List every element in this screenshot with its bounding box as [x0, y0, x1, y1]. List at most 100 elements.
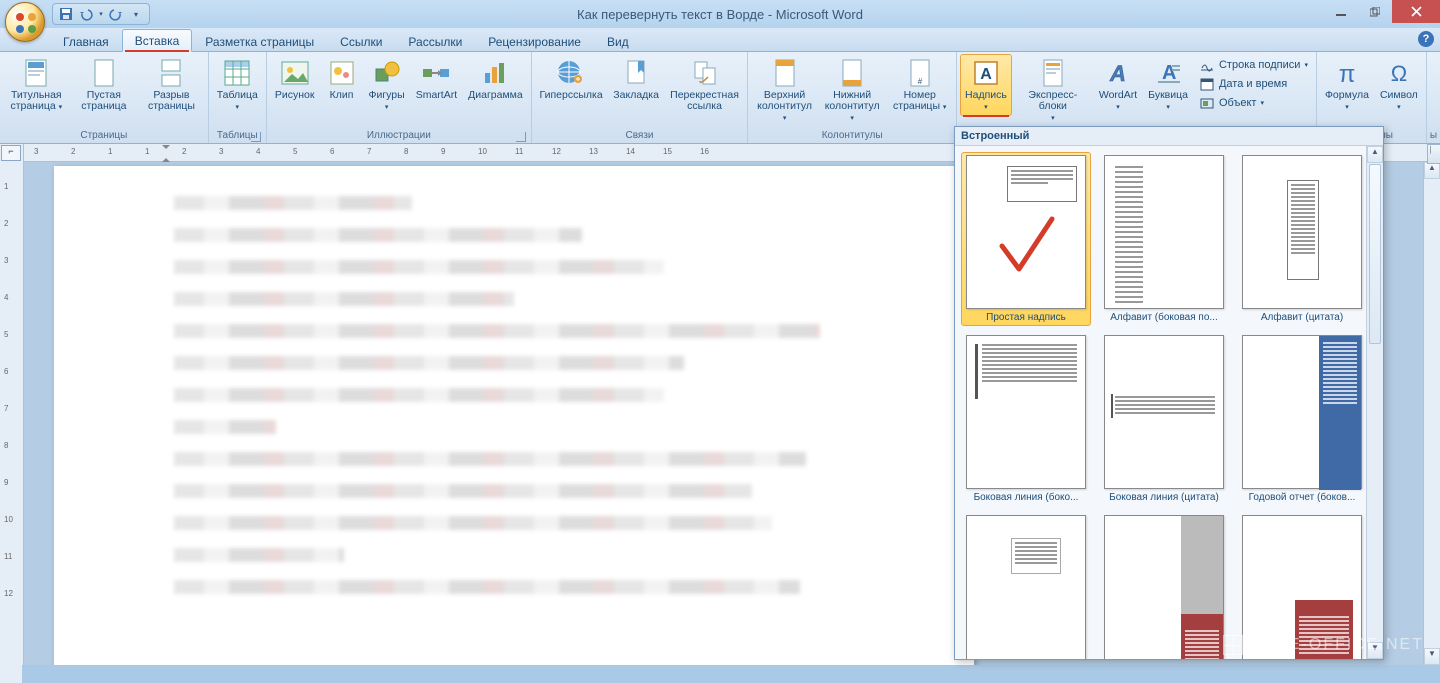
tab-layout[interactable]: Разметка страницы: [192, 30, 327, 52]
ruler-tick: 3: [219, 147, 223, 156]
gallery-item[interactable]: Годовой отчет (боков...: [1237, 332, 1367, 506]
ruler-tick: 3: [34, 147, 38, 156]
shapes-button[interactable]: Фигуры▾: [364, 54, 410, 116]
shapes-icon: [371, 57, 403, 89]
blank-page-icon: [88, 57, 120, 89]
gallery-item[interactable]: Боковая линия (цитата): [1099, 332, 1229, 506]
redo-icon[interactable]: [107, 5, 125, 23]
window-controls: [1324, 0, 1440, 23]
document-page[interactable]: [54, 166, 974, 665]
vertical-ruler[interactable]: 123456789101112: [0, 162, 22, 683]
scroll-up-icon[interactable]: ▲: [1367, 146, 1383, 163]
maximize-button[interactable]: [1358, 0, 1392, 23]
ruler-tick: 9: [441, 147, 445, 156]
gallery-thumb: [1104, 155, 1224, 309]
tab-insert[interactable]: Вставка: [122, 29, 193, 52]
ruler-tick: 4: [4, 293, 8, 302]
symbol-icon: Ω: [1383, 57, 1415, 89]
blurred-text: [174, 452, 806, 466]
window-title: Как перевернуть текст в Ворде - Microsof…: [577, 7, 863, 22]
save-icon[interactable]: [57, 5, 75, 23]
tab-view[interactable]: Вид: [594, 30, 642, 52]
crossref-button[interactable]: Перекрестная ссылка: [665, 54, 745, 115]
footer-button[interactable]: Нижний колонтитул ▾: [819, 54, 886, 127]
cover-page-icon: [20, 57, 52, 89]
svg-text:A: A: [1109, 61, 1126, 86]
gallery-item-label: Боковая линия (боко...: [974, 492, 1079, 503]
tab-references[interactable]: Ссылки: [327, 30, 395, 52]
ribbon-tabs: Главная Вставка Разметка страницы Ссылки…: [0, 28, 1440, 52]
gallery-item[interactable]: Годовой отчет (цитата): [961, 512, 1091, 659]
header-button[interactable]: Верхний колонтитул ▾: [751, 54, 818, 127]
pagenum-icon: #: [904, 57, 936, 89]
minimize-button[interactable]: [1324, 0, 1358, 23]
textbox-button[interactable]: AНадпись▾: [960, 54, 1012, 116]
group-links: Гиперссылка Закладка Перекрестная ссылка…: [532, 52, 749, 143]
scroll-down-icon[interactable]: ▼: [1424, 648, 1440, 665]
gallery-scrollbar[interactable]: ▲ ▼: [1366, 146, 1383, 659]
ruler-tick: 13: [589, 147, 598, 156]
gallery-item-label: Годовой отчет (боков...: [1249, 492, 1356, 503]
pagenum-button[interactable]: #Номер страницы ▾: [886, 54, 953, 116]
smartart-button[interactable]: SmartArt: [411, 54, 462, 104]
undo-icon[interactable]: [77, 5, 95, 23]
bookmark-button[interactable]: Закладка: [608, 54, 663, 104]
textbox-icon: A: [970, 57, 1002, 89]
group-label-illustrations: Иллюстрации: [270, 129, 528, 143]
dialog-launcher-icon[interactable]: [516, 132, 526, 142]
quick-access-toolbar: ▾ ▾: [52, 3, 150, 25]
clip-button[interactable]: Клип: [321, 54, 363, 104]
blurred-text: [174, 228, 582, 242]
picture-button[interactable]: Рисунок: [270, 54, 320, 104]
wordart-button[interactable]: AWordArt▾: [1094, 54, 1142, 116]
gallery-item[interactable]: Боковая линия (боко...: [961, 332, 1091, 506]
tab-selector[interactable]: ⌐: [1, 145, 21, 161]
ruler-tick: 12: [552, 147, 561, 156]
vertical-scrollbar[interactable]: ▲ ▼: [1423, 162, 1440, 665]
blurred-text: [174, 388, 664, 402]
symbol-button[interactable]: ΩСимвол▾: [1375, 54, 1423, 116]
hyperlink-button[interactable]: Гиперссылка: [535, 54, 608, 104]
blurred-text: [174, 548, 344, 562]
cover-page-button[interactable]: Титульная страница ▾: [3, 54, 70, 116]
chart-button[interactable]: Диаграмма: [463, 54, 528, 104]
office-button[interactable]: [5, 2, 45, 42]
quickparts-button[interactable]: Экспресс-блоки▾: [1013, 54, 1093, 127]
close-button[interactable]: [1392, 0, 1440, 23]
dialog-launcher-icon[interactable]: [251, 132, 261, 142]
blank-page-button[interactable]: Пустая страница: [71, 54, 138, 115]
tab-home[interactable]: Главная: [50, 30, 122, 52]
gallery-item[interactable]: Головоломка (боков...: [1099, 512, 1229, 659]
ruler-tick: 5: [4, 330, 8, 339]
quickparts-icon: [1037, 57, 1069, 89]
gallery-item[interactable]: Простая надпись: [961, 152, 1091, 326]
tab-review[interactable]: Рецензирование: [475, 30, 594, 52]
gallery-thumb: [1242, 155, 1362, 309]
ruler-tick: 10: [478, 147, 487, 156]
ruler-tick: 1: [145, 147, 149, 156]
gallery-thumb: [1242, 335, 1362, 489]
table-button[interactable]: Таблица▾: [212, 54, 263, 116]
ruler-tick: 3: [4, 256, 8, 265]
qat-customize-icon[interactable]: ▾: [127, 5, 145, 23]
dropcap-button[interactable]: AБуквица▾: [1143, 54, 1193, 116]
margin-indicator-icon[interactable]: [162, 144, 170, 162]
object-button[interactable]: Объект ▾: [1196, 94, 1311, 112]
page-break-button[interactable]: Разрыв страницы: [138, 54, 205, 115]
group-label-headerfooter: Колонтитулы: [751, 129, 953, 143]
ruler-tick: 10: [4, 515, 13, 524]
blurred-text: [174, 580, 800, 594]
gallery-header: Встроенный: [955, 127, 1383, 146]
gallery-item[interactable]: Алфавит (боковая по...: [1099, 152, 1229, 326]
scrollbar-thumb[interactable]: [1369, 164, 1381, 344]
sigline-button[interactable]: Строка подписи ▾: [1196, 56, 1311, 74]
title-bar: ▾ ▾ Как перевернуть текст в Ворде - Micr…: [0, 0, 1440, 28]
equation-button[interactable]: πФормула▾: [1320, 54, 1374, 116]
gallery-item[interactable]: Алфавит (цитата): [1237, 152, 1367, 326]
help-icon[interactable]: ?: [1418, 31, 1434, 47]
undo-dropdown-icon[interactable]: ▾: [97, 5, 105, 23]
ruler-toggle-icon[interactable]: ⎸: [1427, 144, 1440, 164]
tab-mailings[interactable]: Рассылки: [395, 30, 475, 52]
ruler-tick: 5: [293, 147, 297, 156]
datetime-button[interactable]: Дата и время: [1196, 75, 1311, 93]
